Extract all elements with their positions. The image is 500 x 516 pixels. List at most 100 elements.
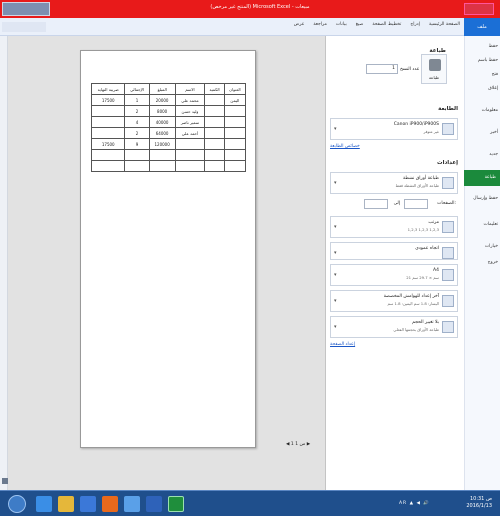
chevron-down-icon: ▾ xyxy=(334,180,337,186)
table-cell xyxy=(90,105,126,117)
table-cell xyxy=(148,160,176,172)
print-what-dropdown[interactable]: طباعة أوراق نشطة طباعة الأوراق النشطة فق… xyxy=(330,172,458,194)
chevron-down-icon: ▾ xyxy=(334,126,337,132)
table-cell: اليمن xyxy=(223,94,247,106)
setting-title: آخر إعداد للهوامش المخصصة xyxy=(383,294,439,299)
tab-file[interactable]: ملف xyxy=(464,18,500,36)
chrome-icon[interactable] xyxy=(102,496,118,512)
table-cell xyxy=(174,149,206,161)
app-icon[interactable] xyxy=(124,496,140,512)
title-bar: ‫مبيعات - Microsoft Excel (المنتج غير مر… xyxy=(0,0,500,18)
table-cell: أحمد علي xyxy=(174,127,206,139)
table-cell xyxy=(174,138,206,150)
chevron-down-icon: ▾ xyxy=(334,250,337,256)
sheet-icon xyxy=(442,177,454,189)
nav-print[interactable]: طباعة xyxy=(464,170,500,186)
setting-title: مرتب xyxy=(428,220,439,225)
copies-input[interactable]: 1 xyxy=(366,64,398,74)
print-settings: طباعة طباعة 1 عدد النسخ الطابعة Canon iP… xyxy=(326,36,462,490)
table-cell: 20000 xyxy=(148,94,176,106)
table-row: 17500 1 20000 محمد علي اليمن xyxy=(90,94,247,106)
page-setup-link[interactable]: إعداد الصفحة xyxy=(330,342,355,347)
ie-icon[interactable] xyxy=(36,496,52,512)
header-cell: ضريبة النهاية xyxy=(90,83,126,95)
nav-options[interactable]: خيارات xyxy=(466,244,498,249)
system-tray[interactable]: AR ▲ ◀ 🔊 xyxy=(399,501,430,506)
pages-to-input[interactable] xyxy=(364,199,388,209)
printer-heading: الطابعة xyxy=(438,106,458,112)
window-controls[interactable] xyxy=(2,2,50,16)
clock[interactable]: 10:31 ص 2016/1/13 xyxy=(452,496,492,510)
nav-save-as[interactable]: حفظ باسم xyxy=(466,58,498,63)
chevron-down-icon: ▾ xyxy=(334,324,337,330)
tab-data[interactable]: بيانات xyxy=(336,22,347,27)
pages-label: الصفحات: xyxy=(437,201,456,206)
table-cell xyxy=(90,149,126,161)
nav-help[interactable]: تعليمات xyxy=(466,222,498,227)
table-cell xyxy=(124,149,150,161)
portrait-icon xyxy=(442,247,454,259)
tab-page-layout[interactable]: تخطيط الصفحة xyxy=(372,22,401,27)
collate-icon xyxy=(442,221,454,233)
setting-desc: 21 سم × 29.7 سم xyxy=(406,275,439,280)
setting-title: اتجاه عمودي xyxy=(415,246,439,251)
printer-properties-link[interactable]: خصائص الطابعة xyxy=(330,144,360,149)
excel-icon[interactable] xyxy=(168,496,184,512)
margins-dropdown[interactable]: آخر إعداد للهوامش المخصصة اليسار: 1.8 سم… xyxy=(330,290,458,312)
table-cell: 40000 xyxy=(148,116,176,128)
settings-heading: إعدادات xyxy=(437,160,458,166)
nav-save-send[interactable]: حفظ وإرسال xyxy=(466,196,498,201)
print-button[interactable]: طباعة xyxy=(421,54,447,84)
printer-name: Canon iP900/iP900S xyxy=(393,122,439,127)
nav-open[interactable]: فتح xyxy=(466,72,498,77)
nav-save[interactable]: حفظ xyxy=(466,44,498,49)
folder-icon[interactable] xyxy=(58,496,74,512)
table-cell xyxy=(223,116,247,128)
tab-insert[interactable]: إدراج xyxy=(410,22,420,27)
pages-from-input[interactable] xyxy=(404,199,428,209)
start-button[interactable] xyxy=(8,495,26,513)
printer-status: غير متوفر xyxy=(423,129,439,134)
table-cell: وليد حسن xyxy=(174,105,206,117)
tab-list: الصفحة الرئيسية إدراج تخطيط الصفحة صيغ ب… xyxy=(294,22,460,27)
collate-dropdown[interactable]: مرتب 1,2,3 1,2,3 1,2,3 ▾ xyxy=(330,216,458,238)
table-cell: 64000 xyxy=(148,127,176,139)
printer-dropdown[interactable]: Canon iP900/iP900S غير متوفر ▾ xyxy=(330,118,458,140)
table-cell: 17500 xyxy=(90,94,126,106)
app-icon[interactable] xyxy=(464,3,494,15)
tab-home[interactable]: الصفحة الرئيسية xyxy=(429,22,460,27)
table-row xyxy=(90,160,247,172)
paper-size-dropdown[interactable]: A4 21 سم × 29.7 سم ▾ xyxy=(330,264,458,286)
nav-recent[interactable]: أخير xyxy=(466,130,498,135)
nav-info[interactable]: معلومات xyxy=(466,108,498,113)
pages-to-label: إلى xyxy=(393,201,400,206)
tab-formulas[interactable]: صيغ xyxy=(356,22,364,27)
table-cell: محمد علي xyxy=(174,94,206,106)
media-icon[interactable] xyxy=(80,496,96,512)
table-cell xyxy=(148,149,176,161)
nav-close[interactable]: إغلاق xyxy=(466,86,498,91)
table-cell xyxy=(90,116,126,128)
scaling-dropdown[interactable]: بلا تغيير الحجم طباعة الأوراق بحجمها الف… xyxy=(330,316,458,338)
table-cell: 17500 xyxy=(90,138,126,150)
table-row xyxy=(90,149,247,161)
taskbar: AR ▲ ◀ 🔊 10:31 ص 2016/1/13 xyxy=(0,490,500,516)
page-navigator[interactable]: ◀ 1 من 1 ▶ xyxy=(286,442,310,447)
table-cell xyxy=(90,127,126,139)
nav-exit[interactable]: خروج xyxy=(466,260,498,265)
zoom-icon[interactable] xyxy=(2,478,8,484)
table-cell xyxy=(223,160,247,172)
tab-view[interactable]: عرض xyxy=(294,22,305,27)
quick-access-toolbar[interactable] xyxy=(2,22,46,32)
vertical-scrollbar[interactable] xyxy=(0,36,8,490)
setting-title: بلا تغيير الحجم xyxy=(412,320,439,325)
clock-date: 2016/1/13 xyxy=(466,503,492,509)
header-cell: المبلغ xyxy=(148,83,176,95)
orientation-dropdown[interactable]: اتجاه عمودي ▾ xyxy=(330,242,458,260)
table-cell xyxy=(204,127,225,139)
tab-review[interactable]: مراجعة xyxy=(313,22,327,27)
header-cell: الكمية xyxy=(204,83,225,95)
nav-new[interactable]: جديد xyxy=(466,152,498,157)
table-cell xyxy=(204,105,225,117)
word-icon[interactable] xyxy=(146,496,162,512)
